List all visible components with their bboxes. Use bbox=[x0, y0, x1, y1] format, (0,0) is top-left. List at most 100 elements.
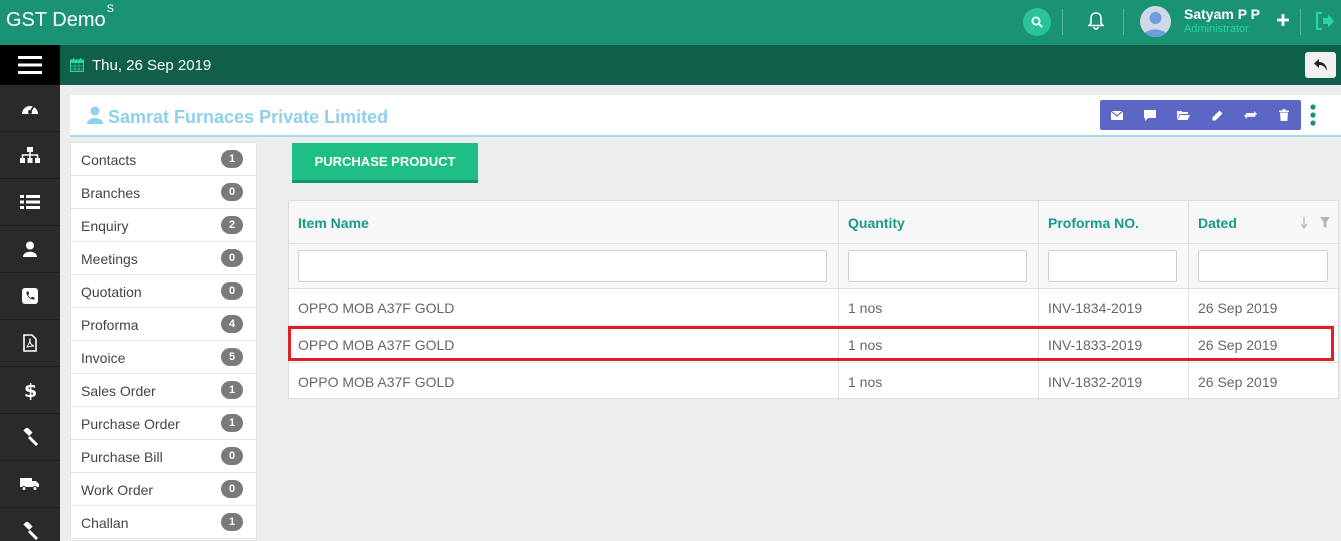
brand-superscript: S bbox=[106, 3, 115, 16]
logout-button[interactable] bbox=[1314, 11, 1336, 31]
table-row-cell[interactable]: 1 nos bbox=[839, 363, 1039, 400]
company-name: Samrat Furnaces Private Limited bbox=[108, 107, 389, 127]
table-row-cell[interactable]: INV-1833-2019 bbox=[1039, 326, 1189, 363]
add-button[interactable] bbox=[1276, 13, 1290, 27]
top-bar: GST DemoS Satyam P P Administrator bbox=[0, 0, 1341, 45]
brand-text: GST Demo bbox=[6, 9, 106, 31]
brand-logo[interactable]: GST DemoS bbox=[6, 3, 114, 32]
user-name[interactable]: Satyam P P bbox=[1184, 6, 1260, 22]
nav-delivery[interactable] bbox=[0, 461, 60, 508]
menu-button[interactable] bbox=[0, 45, 60, 85]
sort-filter-icons[interactable] bbox=[1301, 216, 1331, 230]
table-row-cell[interactable]: 26 Sep 2019 bbox=[1189, 363, 1338, 400]
column-header-dated[interactable]: Dated bbox=[1189, 201, 1338, 244]
count-badge: 1 bbox=[221, 381, 243, 399]
dollar-icon: $ bbox=[24, 380, 36, 400]
sidebar-item-label: Purchase Order bbox=[81, 416, 180, 432]
table-row-cell[interactable]: INV-1834-2019 bbox=[1039, 289, 1189, 326]
logout-icon bbox=[1315, 12, 1334, 30]
sidebar-item-proforma[interactable]: Proforma 4 bbox=[71, 308, 256, 341]
dated-filter-input[interactable] bbox=[1198, 250, 1328, 282]
notifications-button[interactable] bbox=[1086, 10, 1106, 32]
comment-icon bbox=[1144, 109, 1157, 121]
column-header-quantity[interactable]: Quantity bbox=[839, 201, 1039, 244]
avatar[interactable] bbox=[1140, 6, 1171, 37]
divider bbox=[1123, 9, 1124, 35]
nav-documents[interactable] bbox=[0, 320, 60, 367]
search-button[interactable] bbox=[1023, 8, 1051, 36]
column-header-item-name[interactable]: Item Name bbox=[289, 201, 839, 244]
purchase-product-button[interactable]: PURCHASE PRODUCT bbox=[292, 143, 478, 183]
table-row-cell[interactable]: 1 nos bbox=[839, 326, 1039, 363]
refresh-button[interactable] bbox=[1234, 100, 1268, 130]
table-row-cell[interactable]: 1 nos bbox=[839, 289, 1039, 326]
dated-cell: 26 Sep 2019 bbox=[1198, 300, 1278, 316]
gavel-icon bbox=[23, 428, 39, 446]
sidebar-item-work-order[interactable]: Work Order 0 bbox=[71, 473, 256, 506]
column-header-proforma-no[interactable]: Proforma NO. bbox=[1039, 201, 1189, 244]
sidebar-item-enquiry[interactable]: Enquiry 2 bbox=[71, 209, 256, 242]
item-name-filter-input[interactable] bbox=[298, 250, 827, 282]
count-badge: 0 bbox=[221, 183, 243, 201]
table-row-cell[interactable]: OPPO MOB A37F GOLD bbox=[289, 289, 839, 326]
column-header-label: Proforma NO. bbox=[1048, 215, 1140, 231]
nav-dashboard[interactable] bbox=[0, 85, 60, 132]
sidebar-item-invoice[interactable]: Invoice 5 bbox=[71, 341, 256, 374]
folder-icon bbox=[1177, 111, 1191, 120]
sidebar-item-label: Purchase Bill bbox=[81, 449, 163, 465]
phone-icon bbox=[22, 288, 38, 304]
more-options-icon[interactable] bbox=[1309, 103, 1317, 127]
nav-legal[interactable] bbox=[0, 414, 60, 461]
comment-button[interactable] bbox=[1134, 100, 1168, 130]
sidebar-item-purchase-order[interactable]: Purchase Order 1 bbox=[71, 407, 256, 440]
proforma-no-cell: INV-1832-2019 bbox=[1048, 374, 1143, 390]
svg-text:$: $ bbox=[24, 380, 36, 400]
quantity-filter-input[interactable] bbox=[848, 250, 1027, 282]
nav-branches[interactable] bbox=[0, 132, 60, 179]
nav-contacts[interactable] bbox=[0, 226, 60, 273]
email-icon bbox=[1110, 110, 1123, 120]
proforma-no-cell: INV-1834-2019 bbox=[1048, 300, 1143, 316]
sidebar-item-meetings[interactable]: Meetings 0 bbox=[71, 242, 256, 275]
truck-icon bbox=[20, 478, 39, 491]
table-row-cell[interactable]: 26 Sep 2019 bbox=[1189, 289, 1338, 326]
table-row-cell[interactable]: 26 Sep 2019 bbox=[1189, 326, 1338, 363]
filter-cell bbox=[289, 244, 839, 289]
count-badge: 1 bbox=[221, 513, 243, 531]
folder-button[interactable] bbox=[1167, 100, 1201, 130]
email-button[interactable] bbox=[1100, 100, 1134, 130]
sidebar-item-branches[interactable]: Branches 0 bbox=[71, 176, 256, 209]
sidebar-item-label: Challan bbox=[81, 515, 129, 531]
dated-cell: 26 Sep 2019 bbox=[1198, 374, 1278, 390]
count-badge: 1 bbox=[221, 414, 243, 432]
table-row-cell[interactable]: INV-1832-2019 bbox=[1039, 363, 1189, 400]
nav-legal-2[interactable] bbox=[0, 508, 60, 541]
pdf-icon bbox=[23, 334, 37, 352]
edit-button[interactable] bbox=[1201, 100, 1235, 130]
nav-calls[interactable] bbox=[0, 273, 60, 320]
sidebar-item-contacts[interactable]: Contacts 1 bbox=[71, 143, 256, 176]
count-badge: 0 bbox=[221, 249, 243, 267]
sidebar-item-label: Branches bbox=[81, 185, 141, 201]
sidebar-item-label: Contacts bbox=[81, 152, 137, 168]
table-row-cell[interactable]: OPPO MOB A37F GOLD bbox=[289, 326, 839, 363]
delete-button[interactable] bbox=[1268, 100, 1302, 130]
table-row-cell[interactable]: OPPO MOB A37F GOLD bbox=[289, 363, 839, 400]
sidebar-item-quotation[interactable]: Quotation 0 bbox=[71, 275, 256, 308]
count-badge: 4 bbox=[221, 315, 243, 333]
proforma-filter-input[interactable] bbox=[1048, 250, 1177, 282]
menu-icon bbox=[18, 56, 42, 74]
back-button[interactable] bbox=[1305, 52, 1336, 78]
quantity-cell: 1 nos bbox=[848, 300, 883, 316]
user-icon bbox=[87, 106, 103, 124]
user-icon bbox=[23, 241, 37, 257]
purchase-products-table: Item Name Quantity Proforma NO. Dated OP… bbox=[288, 200, 1339, 400]
sidebar-item-purchase-bill[interactable]: Purchase Bill 0 bbox=[71, 440, 256, 473]
sidebar-item-label: Enquiry bbox=[81, 218, 129, 234]
nav-accounts[interactable]: $ bbox=[0, 367, 60, 414]
nav-list[interactable] bbox=[0, 179, 60, 226]
sidebar-item-sales-order[interactable]: Sales Order 1 bbox=[71, 374, 256, 407]
sidebar-item-challan[interactable]: Challan 1 bbox=[71, 506, 256, 539]
column-header-label: Dated bbox=[1198, 215, 1237, 231]
sitemap-icon bbox=[20, 147, 40, 163]
